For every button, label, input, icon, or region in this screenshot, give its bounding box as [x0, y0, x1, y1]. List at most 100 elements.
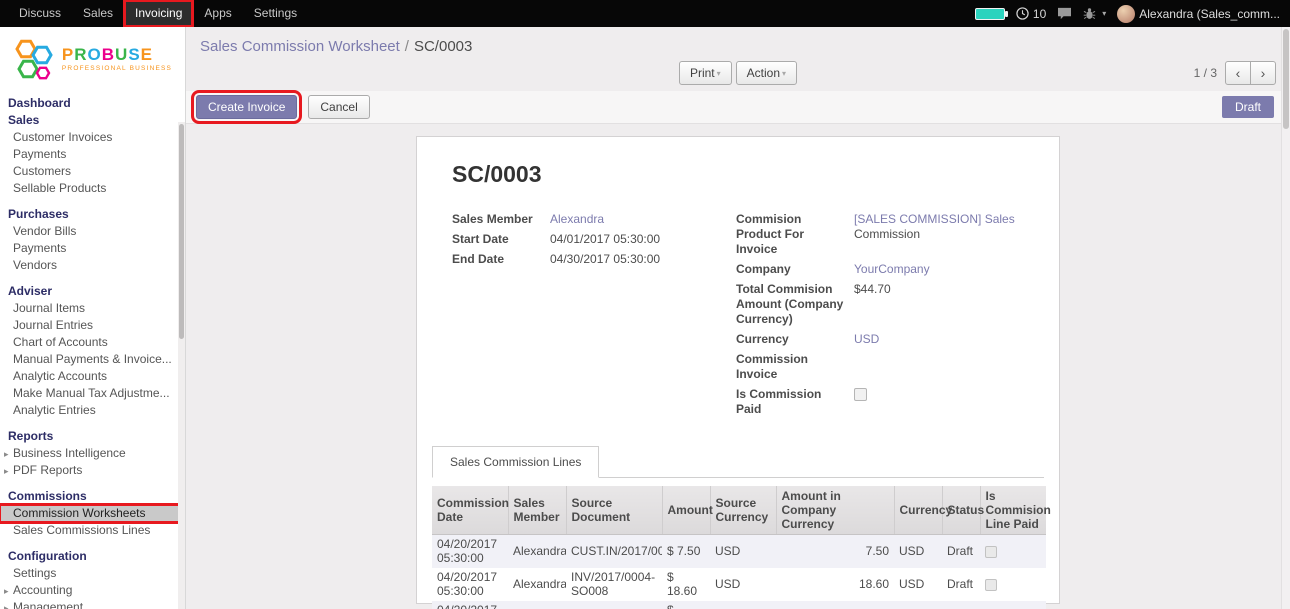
start-date-label: Start Date	[452, 232, 550, 247]
tab-sales-commission-lines[interactable]: Sales Commission Lines	[432, 446, 599, 478]
app-logo[interactable]: PROBUSE PROFESSIONAL BUSINESS	[0, 27, 185, 94]
action-button[interactable]: Action▾	[736, 61, 797, 85]
sidebar-item-settings[interactable]: Settings	[0, 565, 185, 582]
pager-previous-button[interactable]: ‹	[1225, 61, 1251, 85]
sidebar-section-sales[interactable]: Sales	[0, 112, 185, 129]
sidebar-item-sellable-products[interactable]: Sellable Products	[0, 180, 185, 197]
debug-menu[interactable]: ▾	[1083, 7, 1106, 20]
col-status[interactable]: Status	[942, 486, 980, 535]
sidebar-item-commission-worksheets[interactable]: Commission Worksheets	[0, 505, 185, 522]
activity-timer[interactable]: 10	[1016, 7, 1046, 21]
sidebar-item-payments-purchases[interactable]: Payments	[0, 240, 185, 257]
chat-icon	[1057, 7, 1072, 20]
table-row[interactable]: 04/20/2017 10:35:53 Alexandra SO008 $ 18…	[432, 601, 1046, 609]
table-cell: $ 7.50	[662, 535, 710, 568]
sidebar-item-dashboard[interactable]: Dashboard	[0, 95, 185, 112]
table-cell: 04/20/2017 10:35:53	[432, 601, 508, 609]
col-sales-member[interactable]: Sales Member	[508, 486, 566, 535]
pager-next-button[interactable]: ›	[1250, 61, 1276, 85]
user-avatar	[1117, 5, 1135, 23]
sidebar-item-customers[interactable]: Customers	[0, 163, 185, 180]
table-cell: USD	[894, 601, 942, 609]
cancel-button[interactable]: Cancel	[308, 95, 369, 119]
table-cell: Alexandra	[508, 535, 566, 568]
sidebar-item-customer-invoices[interactable]: Customer Invoices	[0, 129, 185, 146]
main-scrollbar-thumb[interactable]	[1283, 29, 1289, 129]
table-cell	[980, 568, 1046, 601]
breadcrumb: Sales Commission Worksheet / SC/0003	[186, 27, 1290, 57]
sidebar-section-purchases[interactable]: Purchases	[0, 206, 185, 223]
table-row[interactable]: 04/20/2017 05:30:00 Alexandra INV/2017/0…	[432, 568, 1046, 601]
col-amount-company-currency[interactable]: Amount in Company Currency	[776, 486, 894, 535]
table-cell: Draft	[942, 601, 980, 609]
col-source-document[interactable]: Source Document	[566, 486, 662, 535]
menu-apps[interactable]: Apps	[193, 0, 242, 27]
sidebar-section-commissions[interactable]: Commissions	[0, 488, 185, 505]
status-badge-draft[interactable]: Draft	[1222, 96, 1274, 118]
table-cell	[980, 601, 1046, 609]
sidebar-item-manual-tax-adjustment[interactable]: Make Manual Tax Adjustme...	[0, 385, 185, 402]
line-paid-checkbox[interactable]	[985, 546, 997, 558]
currency-value[interactable]: USD	[854, 332, 1024, 347]
sidebar-item-analytic-entries[interactable]: Analytic Entries	[0, 402, 185, 419]
sidebar-item-sales-commissions-lines[interactable]: Sales Commissions Lines	[0, 522, 185, 539]
clock-icon	[1016, 7, 1029, 20]
menu-settings[interactable]: Settings	[243, 0, 308, 27]
notebook-tabs: Sales Commission Lines	[432, 446, 1044, 478]
caret-down-icon: ▾	[782, 69, 786, 78]
table-cell: 18.60	[776, 568, 894, 601]
sales-member-label: Sales Member	[452, 212, 550, 227]
table-cell: Draft	[942, 535, 980, 568]
menu-invoicing[interactable]: Invoicing	[124, 0, 193, 27]
sidebar-item-analytic-accounts[interactable]: Analytic Accounts	[0, 368, 185, 385]
table-cell: $ 18.60	[662, 568, 710, 601]
commission-product-value[interactable]: [SALES COMMISSION] Sales Commission	[854, 212, 1024, 242]
breadcrumb-parent[interactable]: Sales Commission Worksheet	[200, 38, 400, 55]
sidebar-item-business-intelligence[interactable]: ▸Business Intelligence	[0, 445, 185, 462]
total-commission-value: $44.70	[854, 282, 1024, 297]
sidebar-section-configuration[interactable]: Configuration	[0, 548, 185, 565]
table-cell: $ 18.60	[662, 601, 710, 609]
breadcrumb-current: SC/0003	[414, 38, 472, 55]
col-is-commission-line-paid[interactable]: Is Commision Line Paid	[980, 486, 1046, 535]
user-menu[interactable]: Alexandra (Sales_comm...	[1117, 5, 1280, 23]
sidebar-item-chart-of-accounts[interactable]: Chart of Accounts	[0, 334, 185, 351]
sidebar-item-journal-entries[interactable]: Journal Entries	[0, 317, 185, 334]
activity-count: 10	[1033, 7, 1046, 21]
menu-discuss[interactable]: Discuss	[8, 0, 72, 27]
chevron-right-icon: ▸	[4, 601, 9, 609]
messages-button[interactable]	[1057, 7, 1072, 20]
commission-lines-table: Commission Date Sales Member Source Docu…	[432, 486, 1046, 609]
line-paid-checkbox[interactable]	[985, 579, 997, 591]
sidebar-item-journal-items[interactable]: Journal Items	[0, 300, 185, 317]
sidebar-item-accounting[interactable]: ▸Accounting	[0, 582, 185, 599]
col-commission-date[interactable]: Commission Date	[432, 486, 508, 535]
is-commission-paid-checkbox[interactable]	[854, 388, 867, 401]
table-cell: USD	[710, 568, 776, 601]
breadcrumb-separator: /	[405, 38, 409, 55]
table-header-row: Commission Date Sales Member Source Docu…	[432, 486, 1046, 535]
sidebar-scrollbar-thumb[interactable]	[179, 124, 184, 339]
table-cell: USD	[894, 535, 942, 568]
sales-member-value[interactable]: Alexandra	[550, 212, 736, 227]
sidebar-item-pdf-reports[interactable]: ▸PDF Reports	[0, 462, 185, 479]
col-currency[interactable]: Currency	[894, 486, 942, 535]
sidebar-section-reports[interactable]: Reports	[0, 428, 185, 445]
sidebar-item-manual-payments[interactable]: Manual Payments & Invoice...	[0, 351, 185, 368]
create-invoice-button[interactable]: Create Invoice	[196, 95, 297, 119]
menu-sales[interactable]: Sales	[72, 0, 124, 27]
company-value[interactable]: YourCompany	[854, 262, 1024, 277]
sidebar-section-adviser[interactable]: Adviser	[0, 283, 185, 300]
sidebar-item-payments-sales[interactable]: Payments	[0, 146, 185, 163]
chevron-right-icon: ▸	[4, 447, 9, 462]
currency-label: Currency	[736, 332, 854, 347]
col-source-currency[interactable]: Source Currency	[710, 486, 776, 535]
commission-invoice-value	[854, 352, 1024, 367]
table-row[interactable]: 04/20/2017 05:30:00 Alexandra CUST.IN/20…	[432, 535, 1046, 568]
total-commission-label: Total Commision Amount (Company Currency…	[736, 282, 854, 327]
sidebar-item-vendors[interactable]: Vendors	[0, 257, 185, 274]
sidebar-item-vendor-bills[interactable]: Vendor Bills	[0, 223, 185, 240]
sidebar-item-management[interactable]: ▸Management	[0, 599, 185, 609]
col-amount[interactable]: Amount	[662, 486, 710, 535]
print-button[interactable]: Print▾	[679, 61, 732, 85]
